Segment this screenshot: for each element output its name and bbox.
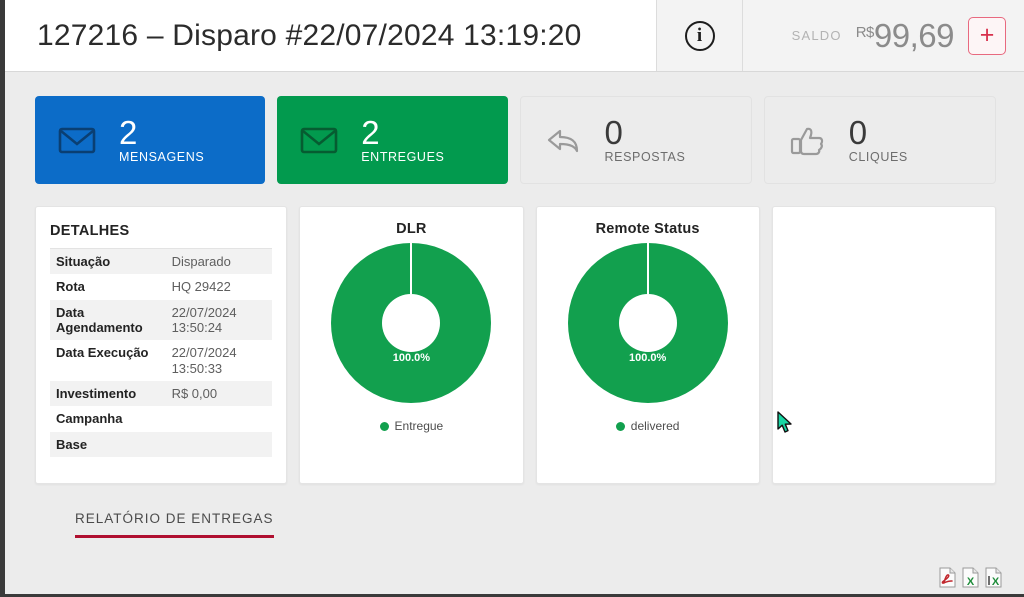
app-window: 127216 – Disparo #22/07/2024 13:19:20 i … [0, 0, 1024, 597]
svg-text:X: X [967, 576, 975, 588]
chart-legend: delivered [537, 419, 759, 433]
balance-value: R$ 99,69 [855, 16, 955, 54]
add-balance-button[interactable]: + [968, 16, 1006, 55]
page-body: 2 MENSAGENS 2 ENTREGUES 0 RESPOSTAS 0 CL… [5, 72, 1024, 538]
donut-chart-dlr[interactable]: 100.0% [300, 243, 522, 403]
slice-data-label: 100.0% [392, 352, 431, 365]
row-value: HQ 29422 [171, 279, 231, 295]
slice-seam [646, 243, 649, 294]
balance-currency: R$ [855, 23, 875, 41]
export-toolbar: X X [939, 567, 1002, 588]
table-row: Data Agendamento 22/07/2024 13:50:24 [50, 299, 273, 341]
export-pdf-icon[interactable] [939, 567, 956, 588]
balance-amount: 99,69 [873, 16, 955, 54]
remote-status-chart-panel: Remote Status 100.0% delivered [535, 206, 760, 484]
reply-arrow-icon [543, 120, 583, 160]
donut-ring: 100.0% [567, 243, 728, 403]
donut-chart-remote-status[interactable]: 100.0% [537, 243, 759, 403]
export-csv-icon[interactable]: X [985, 567, 1002, 588]
row-key: Rota [56, 279, 85, 295]
slice-seam [410, 243, 413, 294]
stat-card-cliques[interactable]: 0 CLIQUES [763, 96, 996, 184]
tab-bar: RELATÓRIO DE ENTREGAS [75, 510, 996, 538]
empty-panel [771, 206, 996, 484]
envelope-icon [299, 120, 339, 160]
panels-row: DETALHES Situação Disparado Rota HQ 2942… [35, 206, 996, 484]
tab-relatorio-de-entregas[interactable]: RELATÓRIO DE ENTREGAS [75, 511, 274, 538]
stat-label: ENTREGUES [361, 149, 445, 164]
chart-title: DLR [396, 221, 427, 237]
legend-color-swatch [615, 421, 625, 431]
row-value: 22/07/2024 13:50:24 [165, 299, 273, 341]
stat-label: CLIQUES [848, 149, 908, 164]
page-title-container: 127216 – Disparo #22/07/2024 13:19:20 [5, 0, 657, 71]
svg-text:X: X [992, 576, 1000, 588]
donut-hole [618, 294, 677, 352]
info-circle-icon: i [684, 20, 715, 51]
dlr-chart-panel: DLR 100.0% Entregue [299, 206, 524, 484]
stat-text: 0 CLIQUES [849, 116, 908, 164]
balance-section: SALDO R$ 99,69 + [743, 0, 1024, 71]
balance-label: SALDO [791, 28, 842, 43]
legend-color-swatch [379, 421, 389, 431]
row-key: Data Agendamento [50, 299, 166, 341]
stat-card-respostas[interactable]: 0 RESPOSTAS [519, 96, 752, 184]
info-button[interactable]: i [657, 0, 743, 71]
row-value: 22/07/2024 13:50:33 [171, 345, 237, 376]
page-title: 127216 – Disparo #22/07/2024 13:19:20 [37, 18, 582, 52]
details-title: DETALHES [50, 223, 273, 249]
stat-value: 2 [361, 114, 380, 152]
table-row: Base [50, 431, 273, 457]
donut-hole [382, 294, 441, 352]
stat-text: 2 ENTREGUES [361, 116, 444, 164]
legend-label: delivered [630, 419, 680, 433]
stat-value: 0 [848, 114, 868, 152]
table-row: Campanha [50, 406, 272, 431]
table-row: Rota HQ 29422 [50, 274, 272, 299]
row-value: Disparado [165, 249, 273, 275]
stat-text: 2 MENSAGENS [119, 116, 204, 164]
details-panel: DETALHES Situação Disparado Rota HQ 2942… [35, 206, 288, 484]
stat-label: RESPOSTAS [604, 149, 686, 164]
stat-text: 0 RESPOSTAS [605, 116, 686, 164]
chart-legend: Entregue [300, 419, 522, 433]
table-row: Data Execução 22/07/2024 13:50:33 [50, 340, 272, 381]
row-key: Situação [50, 249, 166, 275]
stat-value: 0 [604, 114, 623, 152]
row-value [166, 406, 273, 431]
page-header: 127216 – Disparo #22/07/2024 13:19:20 i … [5, 0, 1024, 72]
stat-label: MENSAGENS [119, 149, 205, 164]
row-value: R$ 0,00 [165, 380, 273, 407]
donut-ring: 100.0% [331, 243, 492, 403]
row-value [165, 431, 273, 457]
slice-data-label: 100.0% [628, 352, 667, 365]
row-key: Data Execução [56, 345, 149, 361]
envelope-icon [57, 120, 97, 160]
table-row: Situação Disparado [50, 249, 273, 275]
details-table: Situação Disparado Rota HQ 29422 Data Ag… [50, 249, 273, 457]
chart-title: Remote Status [595, 221, 700, 237]
stat-value: 2 [119, 114, 138, 152]
legend-label: Entregue [394, 419, 444, 433]
stats-row: 2 MENSAGENS 2 ENTREGUES 0 RESPOSTAS 0 CL… [35, 96, 996, 184]
stat-card-mensagens[interactable]: 2 MENSAGENS [35, 96, 266, 184]
row-key: Campanha [56, 411, 123, 427]
stat-card-entregues[interactable]: 2 ENTREGUES [277, 96, 508, 184]
row-key: Investimento [50, 380, 166, 407]
export-excel-icon[interactable]: X [962, 567, 979, 588]
row-key: Base [50, 431, 166, 457]
table-row: Investimento R$ 0,00 [50, 380, 273, 407]
thumbs-up-icon [787, 120, 827, 160]
